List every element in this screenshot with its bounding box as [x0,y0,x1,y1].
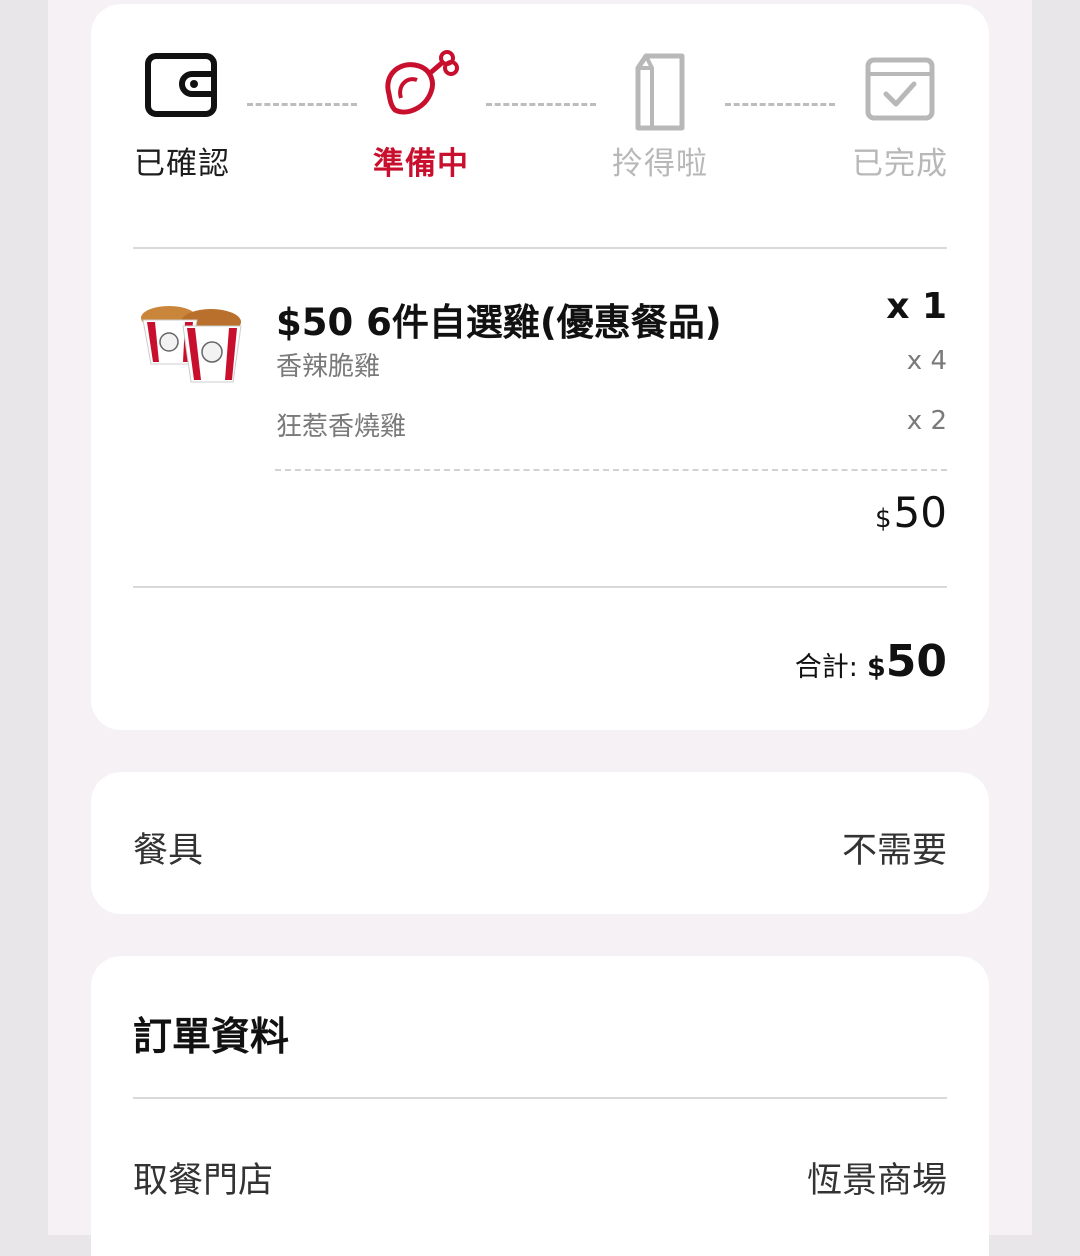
progress-connector [725,103,835,106]
item-price-amount: 50 [893,488,947,537]
chicken-bucket-image [139,304,243,388]
pickup-store-value: 恆景商場 [806,1161,947,1201]
total-label: 合計: [794,652,858,683]
order-progress-tracker: 已確認 準備中 拎得啦 已完成 [91,4,989,204]
dashed-divider [275,469,947,471]
progress-step-label: 準備中 [373,146,469,182]
wallet-icon [144,52,220,124]
item-name: $50 6件自選雞(優惠餐品) [276,301,722,344]
item-price: $50 [875,488,947,537]
item-option-name: 香辣脆雞 [276,352,381,382]
item-option-quantity: x 2 [906,406,947,436]
item-option-name: 狂惹香燒雞 [276,412,407,442]
order-info-card: 訂單資料 取餐門店 恆景商場 [91,956,989,1256]
progress-step-preparing: 準備中 [341,4,501,204]
pickup-store-label: 取餐門店 [133,1161,274,1201]
order-info-title: 訂單資料 [133,1015,290,1060]
order-status-page: 已確認 準備中 拎得啦 已完成 $50 6件自選雞(優惠餐品) x 1 香辣脆雞… [48,0,1032,1256]
progress-step-ready: 拎得啦 [580,4,740,204]
progress-step-completed: 已完成 [820,4,980,204]
divider [133,1097,947,1099]
order-summary-card: 已確認 準備中 拎得啦 已完成 $50 6件自選雞(優惠餐品) x 1 香辣脆雞… [91,4,989,730]
currency-symbol: $ [866,652,886,683]
drumstick-icon [379,48,463,128]
cutlery-row[interactable]: 餐具 不需要 [91,772,989,914]
paper-bag-icon [630,52,690,136]
order-total: 合計: $50 [795,636,947,687]
divider [133,586,947,588]
progress-step-confirmed: 已確認 [102,4,262,204]
progress-step-label: 已完成 [852,146,948,182]
item-quantity: x 1 [886,286,947,327]
currency-symbol: $ [875,504,892,534]
total-amount: 50 [885,636,947,687]
progress-step-label: 已確認 [134,146,230,182]
cutlery-value: 不需要 [841,831,947,871]
cutlery-label: 餐具 [133,831,204,871]
item-option-quantity: x 4 [906,346,947,376]
divider [133,247,947,249]
progress-step-label: 拎得啦 [612,146,708,182]
check-box-icon [864,56,936,126]
